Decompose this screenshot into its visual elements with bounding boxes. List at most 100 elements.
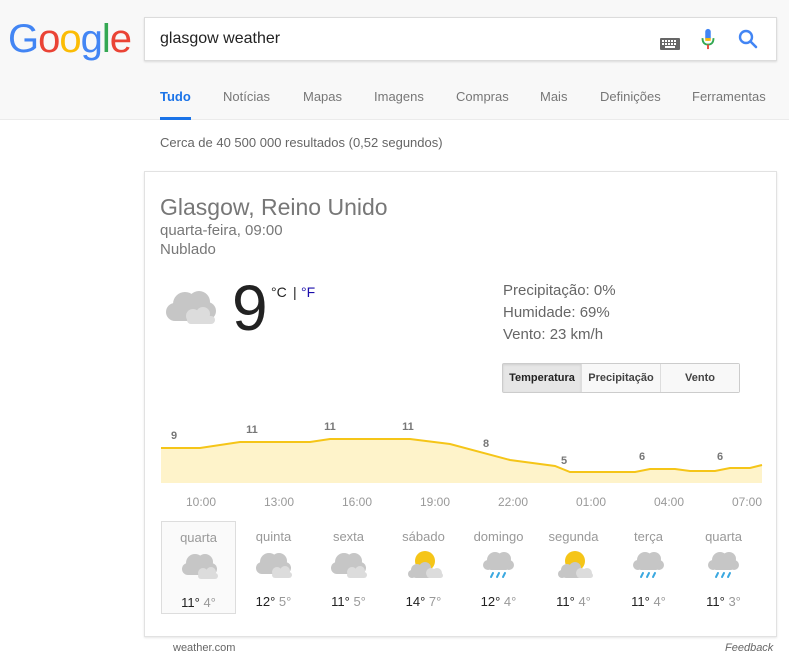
day-high: 11° xyxy=(331,594,350,609)
day-low: 5° xyxy=(278,594,292,609)
hour-label: 13:00 xyxy=(263,495,295,509)
weather-datetime: quarta-feira, 09:00 xyxy=(160,222,283,239)
hour-label: 19:00 xyxy=(419,495,451,509)
result-stats: Cerca de 40 500 000 resultados (0,52 seg… xyxy=(160,135,443,150)
microphone-icon[interactable] xyxy=(700,28,716,50)
logo-letter: G xyxy=(8,17,39,61)
feedback-link[interactable]: Feedback xyxy=(725,642,773,654)
cloud-icon xyxy=(166,291,216,324)
showers-icon xyxy=(633,552,664,578)
hourly-temp-label: 6 xyxy=(717,451,723,463)
day-high: 11° xyxy=(631,594,650,609)
day-low: 4° xyxy=(203,595,216,610)
day-temps: 12° 4° xyxy=(461,594,536,609)
day-name: sexta xyxy=(332,529,365,544)
day-name: sábado xyxy=(402,529,445,544)
search-box[interactable] xyxy=(144,17,777,61)
search-input[interactable] xyxy=(160,30,640,48)
logo-letter: g xyxy=(80,17,103,61)
day-name: segunda xyxy=(548,529,599,544)
logo-letter: l xyxy=(101,17,111,61)
google-logo[interactable]: Google xyxy=(8,17,132,62)
cloud-icon xyxy=(256,553,292,578)
header: Google Tudo Notícias Mapas Imagens Compr… xyxy=(0,0,789,120)
day-high: 11° xyxy=(181,595,200,610)
day-name: domingo xyxy=(473,529,524,544)
day-name: terça xyxy=(634,529,663,544)
day-high: 12° xyxy=(255,594,276,609)
hourly-temp-label: 6 xyxy=(639,451,645,463)
partly-sunny-icon xyxy=(408,551,443,578)
logo-letter: o xyxy=(59,17,81,61)
hourly-temp-label: 8 xyxy=(483,438,489,450)
rain-cloud-icon xyxy=(182,554,218,579)
day-forecast-terca[interactable]: terça 11° 4° xyxy=(611,521,686,614)
day-forecast-quarta[interactable]: quarta 11° 4° xyxy=(161,521,236,614)
humidity: Humidade: 69% xyxy=(503,304,610,321)
day-forecast-quinta[interactable]: quinta 12° 5° xyxy=(236,521,311,614)
precipitation: Precipitação: 0% xyxy=(503,282,616,299)
logo-letter: e xyxy=(109,17,132,61)
tab-mapas[interactable]: Mapas xyxy=(303,89,342,120)
tab-noticias[interactable]: Notícias xyxy=(223,89,270,120)
search-icon[interactable] xyxy=(737,28,759,50)
toggle-precipitation[interactable]: Precipitação xyxy=(582,364,661,392)
toggle-temperature[interactable]: Temperatura xyxy=(503,364,582,392)
hour-label: 22:00 xyxy=(497,495,529,509)
day-temps: 12° 5° xyxy=(236,594,311,609)
wind: Vento: 23 km/h xyxy=(503,326,604,343)
cloud-icon xyxy=(331,553,367,578)
day-low: 4° xyxy=(578,594,591,609)
day-temps: 11° 4° xyxy=(162,595,235,610)
unit-celsius[interactable]: °C xyxy=(271,284,287,300)
unit-fahrenheit[interactable]: °F xyxy=(301,284,315,300)
temperature-chart: 9 11 11 11 8 5 6 6 xyxy=(161,421,763,483)
toggle-wind[interactable]: Vento xyxy=(661,364,739,392)
day-forecast-sabado[interactable]: sábado 14° 7° xyxy=(386,521,461,614)
day-forecast-sexta[interactable]: sexta 11° 5° xyxy=(311,521,386,614)
source-link[interactable]: weather.com xyxy=(173,642,235,654)
hourly-temp-label: 11 xyxy=(402,421,414,433)
hourly-temp-label: 11 xyxy=(324,421,336,433)
partly-sunny-icon xyxy=(558,551,593,578)
hourly-temp-label: 11 xyxy=(246,424,258,436)
day-high: 12° xyxy=(480,594,501,609)
day-forecast-quarta-next[interactable]: quarta 11° 3° xyxy=(686,521,761,614)
temperature-area xyxy=(161,439,762,483)
keyboard-icon[interactable] xyxy=(660,33,680,55)
day-low: 3° xyxy=(728,594,741,609)
tab-tudo[interactable]: Tudo xyxy=(160,89,191,120)
day-forecast-domingo[interactable]: domingo 12° 4° xyxy=(461,521,536,614)
unit-separator: | xyxy=(293,284,297,300)
day-high: 11° xyxy=(706,594,725,609)
day-forecast-segunda[interactable]: segunda 11° 4° xyxy=(536,521,611,614)
tab-compras[interactable]: Compras xyxy=(456,89,509,120)
showers-icon xyxy=(483,552,514,578)
day-temps: 11° 4° xyxy=(611,594,686,609)
day-high: 11° xyxy=(556,594,575,609)
day-low: 4° xyxy=(653,594,666,609)
day-temps: 11° 5° xyxy=(311,594,386,609)
day-temps: 11° 3° xyxy=(686,594,761,609)
day-high: 14° xyxy=(405,594,426,609)
hour-label: 07:00 xyxy=(731,495,763,509)
day-low: 7° xyxy=(428,594,442,609)
chart-toggle: Temperatura Precipitação Vento xyxy=(502,363,740,393)
weather-location: Glasgow, Reino Unido xyxy=(160,194,388,220)
current-temperature: 9 xyxy=(232,272,268,344)
logo-letter: o xyxy=(38,17,60,61)
tab-mais[interactable]: Mais xyxy=(540,89,567,120)
day-name: quarta xyxy=(180,530,217,545)
day-low: 5° xyxy=(353,594,366,609)
hour-label: 04:00 xyxy=(653,495,685,509)
hour-label: 10:00 xyxy=(185,495,217,509)
hourly-temp-label: 9 xyxy=(171,430,177,442)
day-low: 4° xyxy=(503,594,517,609)
tab-ferramentas[interactable]: Ferramentas xyxy=(692,89,766,120)
day-temps: 11° 4° xyxy=(536,594,611,609)
weather-condition: Nublado xyxy=(160,241,216,258)
tab-imagens[interactable]: Imagens xyxy=(374,89,424,120)
showers-icon xyxy=(708,552,739,578)
tab-definicoes[interactable]: Definições xyxy=(600,89,661,120)
day-name: quinta xyxy=(255,529,292,544)
